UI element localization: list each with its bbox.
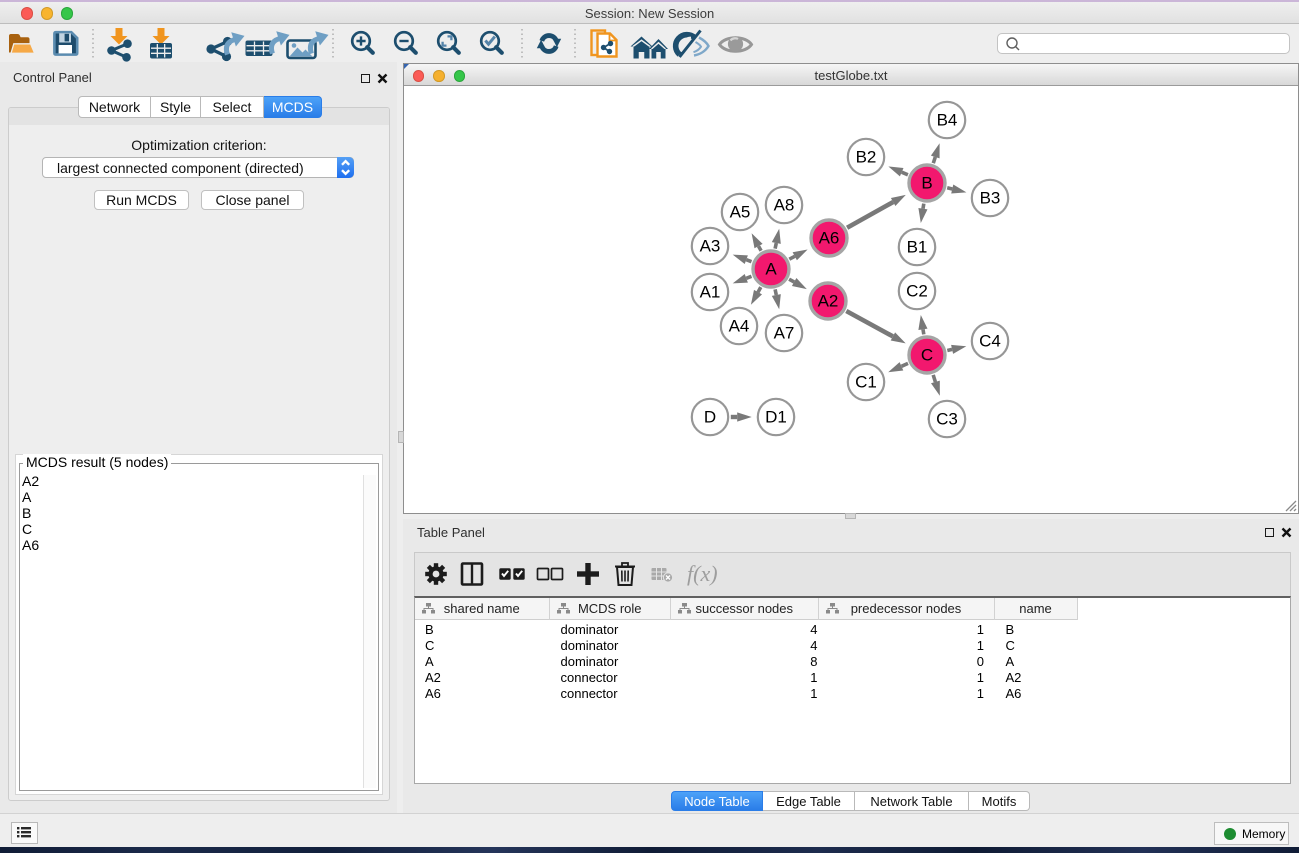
svg-text:C2: C2 (906, 282, 928, 301)
svg-text:C4: C4 (979, 332, 1001, 351)
svg-text:C3: C3 (936, 410, 958, 429)
svg-text:A5: A5 (730, 203, 751, 222)
svg-text:B4: B4 (937, 111, 958, 130)
svg-text:A1: A1 (700, 283, 721, 302)
svg-text:A6: A6 (819, 229, 840, 248)
svg-text:A7: A7 (774, 324, 795, 343)
svg-text:C: C (921, 346, 933, 365)
svg-text:D: D (704, 408, 716, 427)
svg-text:B: B (921, 174, 932, 193)
svg-text:B3: B3 (980, 189, 1001, 208)
svg-text:B1: B1 (907, 238, 928, 257)
svg-text:A8: A8 (774, 196, 795, 215)
svg-text:A: A (765, 260, 777, 279)
svg-text:f(x): f(x) (687, 561, 718, 586)
svg-text:B2: B2 (856, 148, 877, 167)
svg-text:A2: A2 (818, 292, 839, 311)
svg-text:D1: D1 (765, 408, 787, 427)
svg-text:C1: C1 (855, 373, 877, 392)
svg-text:A4: A4 (729, 317, 750, 336)
svg-text:A3: A3 (700, 237, 721, 256)
